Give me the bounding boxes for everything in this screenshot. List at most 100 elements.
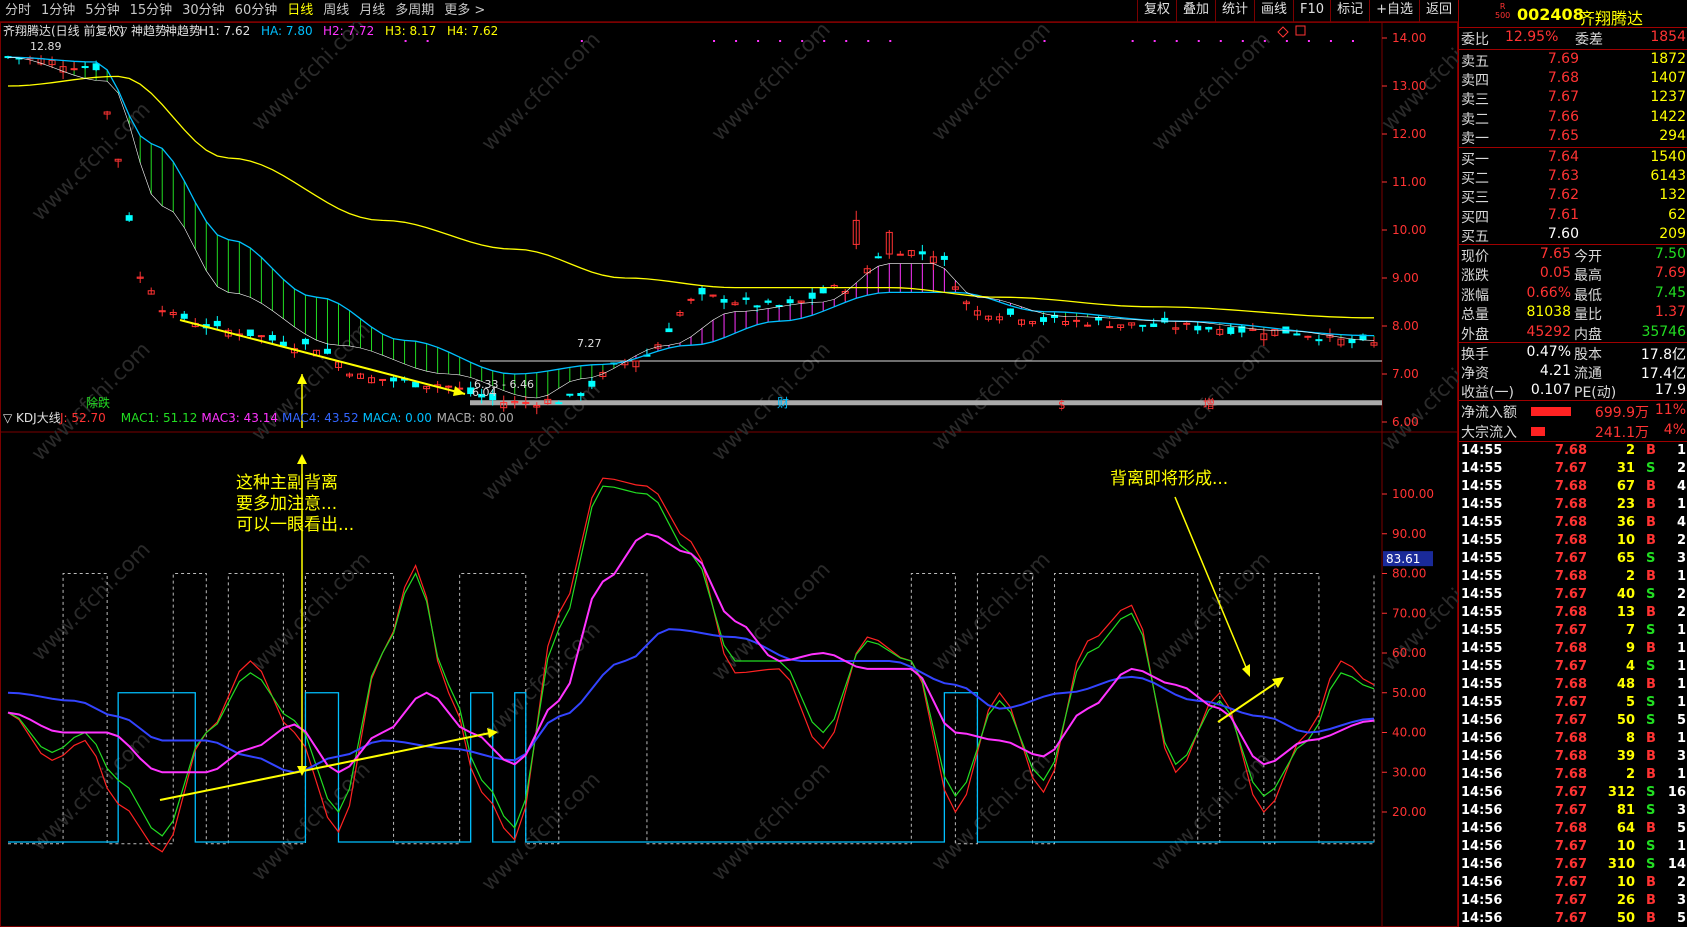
trade-volume: 40 — [1616, 587, 1635, 602]
fund-label: 换手 — [1461, 347, 1489, 363]
signal-dot — [845, 40, 848, 42]
ha-line — [7, 56, 1375, 375]
trade-count: 2 — [1676, 461, 1686, 476]
trade-count: 1 — [1676, 443, 1686, 458]
trade-time: 14:55 — [1461, 443, 1503, 458]
ask-label: 卖一 — [1461, 130, 1489, 147]
trade-side: S — [1646, 659, 1656, 674]
period-tab-2[interactable]: 5分钟 — [80, 0, 124, 22]
trade-price: 7.68 — [1554, 533, 1587, 548]
candle-body — [279, 341, 287, 347]
signal-dot — [801, 40, 804, 42]
kdj-axis-label: 30.00 — [1392, 765, 1426, 779]
trade-count: 4 — [1676, 479, 1686, 494]
watermark-text: www.cfchi.com — [927, 547, 1055, 675]
trade-time: 14:55 — [1461, 695, 1503, 710]
pane-close-icon[interactable] — [1295, 25, 1306, 36]
annotation-text-left: 要多加注意... — [236, 494, 337, 514]
trade-row: 14:55 7.68 23 B 1 — [1459, 497, 1687, 515]
trade-time: 14:55 — [1461, 551, 1503, 566]
trade-time: 14:56 — [1461, 803, 1503, 818]
period-tab-10[interactable]: 更多 > — [439, 0, 490, 22]
period-tab-1[interactable]: 1分钟 — [36, 0, 80, 22]
stat-label: 涨跌 — [1461, 268, 1489, 285]
candle-body — [896, 253, 904, 256]
kdj-value: MAC4: 43.52 — [282, 411, 359, 425]
signal-dot — [889, 40, 892, 42]
period-tab-6[interactable]: 日线 — [282, 0, 318, 22]
stat-row: 涨幅 0.66% 最低 7.45 — [1459, 285, 1687, 304]
trade-price: 7.67 — [1554, 713, 1587, 728]
ask-price: 7.66 — [1547, 108, 1579, 125]
arrow-head — [1272, 677, 1284, 688]
tool-button-7[interactable]: 返回 — [1418, 0, 1458, 22]
signal-dot — [1329, 40, 1332, 42]
bid-row: 买二 7.63 6143 — [1459, 168, 1687, 187]
trade-row: 14:55 7.67 4 S 1 — [1459, 659, 1687, 677]
bid-price: 7.62 — [1547, 187, 1579, 204]
trade-price: 7.67 — [1554, 893, 1587, 908]
kdj-axis-label: 50.00 — [1392, 686, 1426, 700]
trade-side: B — [1646, 893, 1656, 908]
tool-button-3[interactable]: 画线 — [1254, 0, 1293, 22]
candle-body — [1227, 327, 1235, 334]
tool-button-1[interactable]: 叠加 — [1175, 0, 1215, 22]
pane-option-icon[interactable] — [1277, 26, 1289, 38]
badge-top: R — [1499, 2, 1506, 11]
candle-body — [698, 287, 706, 295]
candle-body — [445, 385, 453, 388]
candle-body — [1073, 319, 1081, 322]
signal-dot — [404, 40, 407, 42]
kdj-title: ▽ KDJ大线 — [3, 411, 61, 425]
trade-price: 7.68 — [1554, 821, 1587, 836]
period-tab-3[interactable]: 15分钟 — [125, 0, 178, 22]
stat-value: 81038 — [1526, 304, 1571, 321]
tool-button-4[interactable]: F10 — [1293, 0, 1330, 22]
tool-button-2[interactable]: 统计 — [1215, 0, 1254, 22]
trade-side: B — [1646, 569, 1656, 584]
candle-body — [1139, 324, 1147, 327]
flow-label: 净流入额 — [1461, 405, 1517, 421]
period-tab-7[interactable]: 周线 — [318, 0, 354, 22]
trade-price: 7.67 — [1554, 587, 1587, 602]
period-tab-4[interactable]: 30分钟 — [177, 0, 230, 22]
trade-price: 7.67 — [1554, 875, 1587, 890]
price-axis-label: 8.00 — [1392, 319, 1419, 333]
ask-label: 卖二 — [1461, 111, 1489, 128]
price-axis-label: 11.00 — [1392, 175, 1426, 189]
trade-count: 1 — [1676, 497, 1686, 512]
period-tab-9[interactable]: 多周期 — [390, 0, 439, 22]
trade-volume: 39 — [1616, 749, 1635, 764]
candle-body — [1304, 335, 1312, 338]
indicator-value: H1: 7.62 — [199, 24, 250, 38]
trade-volume: 8 — [1625, 731, 1635, 746]
badge-bottom: 500 — [1495, 11, 1511, 20]
trade-volume: 5 — [1625, 695, 1635, 710]
trade-count: 5 — [1676, 713, 1686, 728]
kline-chart[interactable]: www.cfchi.com www.cfchi.com www.cfchi.com w… — [0, 22, 1458, 927]
period-tab-5[interactable]: 60分钟 — [230, 0, 283, 22]
trade-row: 14:55 7.67 65 S 3 — [1459, 551, 1687, 569]
candle-body — [246, 329, 254, 337]
trade-price: 7.67 — [1554, 695, 1587, 710]
stock-name: 齐翔腾达 — [1579, 9, 1644, 28]
trade-row: 14:56 7.67 10 B 2 — [1459, 875, 1687, 893]
fund-label-2: 股本 — [1574, 347, 1602, 363]
trade-price: 7.68 — [1554, 677, 1587, 692]
ask-price: 7.68 — [1547, 70, 1579, 87]
trade-side: S — [1646, 551, 1656, 566]
tool-button-6[interactable]: +自选 — [1369, 0, 1419, 22]
trade-count: 1 — [1676, 623, 1686, 638]
watermark-text: www.cfchi.com — [477, 767, 605, 895]
separator — [1459, 147, 1687, 148]
candle-body — [1293, 333, 1301, 336]
trade-row: 14:56 7.67 81 S 3 — [1459, 803, 1687, 821]
period-tab-8[interactable]: 月线 — [354, 0, 390, 22]
tool-button-5[interactable]: 标记 — [1330, 0, 1369, 22]
trade-row: 14:56 7.67 50 S 5 — [1459, 713, 1687, 731]
tool-button-0[interactable]: 复权 — [1136, 0, 1176, 22]
period-tab-0[interactable]: 分时 — [0, 0, 36, 22]
trade-time: 14:55 — [1461, 497, 1503, 512]
fund-value-2: 17.4亿 — [1640, 366, 1686, 383]
trade-side: B — [1646, 443, 1656, 458]
